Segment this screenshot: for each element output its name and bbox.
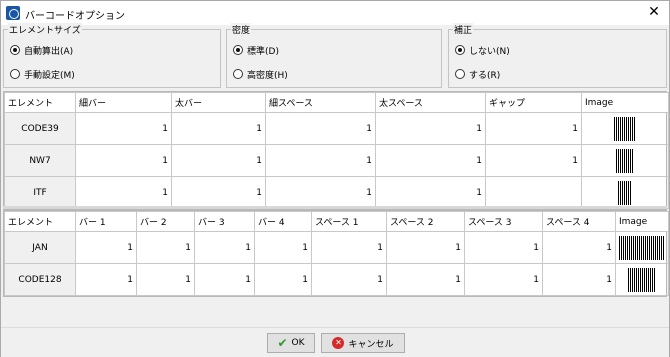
radio-auto-calc[interactable]: 自動算出(A) — [10, 43, 73, 57]
cell-wide-space[interactable]: 1 — [375, 176, 486, 209]
barcode-preview — [581, 144, 669, 177]
barcode-image — [618, 180, 632, 205]
barcode-image — [614, 116, 636, 141]
radio-dot-icon — [455, 45, 465, 55]
col-header-space-2: スペース 2 — [386, 211, 465, 232]
cell-space-2[interactable]: 1 — [386, 231, 465, 264]
cell-wide-space[interactable]: 1 — [375, 112, 486, 145]
checkmark-icon: ✔ — [277, 336, 288, 350]
cell-narrow-bar[interactable]: 1 — [75, 176, 172, 209]
barcode-preview — [581, 176, 669, 209]
row-name: CODE128 — [4, 263, 76, 296]
barcode-preview — [581, 112, 669, 145]
cell-gap[interactable]: 1 — [485, 112, 582, 145]
ok-button[interactable]: ✔ OK — [267, 333, 315, 353]
radio-dot-icon — [233, 69, 243, 79]
cancel-icon: ✕ — [332, 337, 345, 349]
cell-bar-2[interactable]: 1 — [136, 263, 195, 296]
cell-narrow-space[interactable]: 1 — [265, 144, 376, 177]
col-header-wide-bar: 太バー — [171, 92, 266, 113]
col-header-image: Image — [615, 211, 669, 232]
col-header-space-1: スペース 1 — [311, 211, 387, 232]
radio-correction-on[interactable]: する(R) — [455, 67, 500, 81]
col-header-narrow-bar: 細バー — [75, 92, 172, 113]
barcode-image — [628, 267, 656, 292]
element-size-legend: エレメントサイズ — [8, 23, 82, 36]
cell-bar-4[interactable]: 1 — [254, 263, 312, 296]
cell-bar-1[interactable]: 1 — [75, 263, 137, 296]
barcode-image — [619, 235, 665, 260]
cell-space-4[interactable]: 1 — [542, 231, 616, 264]
cell-bar-3[interactable]: 1 — [194, 263, 255, 296]
barcode-preview — [615, 231, 669, 264]
row-name: CODE39 — [4, 112, 76, 145]
barcode-preview — [615, 263, 669, 296]
correction-legend: 補正 — [453, 23, 474, 36]
col-header-bar-3: バー 3 — [194, 211, 255, 232]
button-bar: ✔ OK ✕ キャンセル — [1, 327, 669, 357]
radio-dot-icon — [10, 69, 20, 79]
cell-narrow-space[interactable]: 1 — [265, 112, 376, 145]
cell-bar-3[interactable]: 1 — [194, 231, 255, 264]
col-header-space-4: スペース 4 — [542, 211, 616, 232]
radio-standard[interactable]: 標準(D) — [233, 43, 279, 57]
cell-space-4[interactable]: 1 — [542, 263, 616, 296]
radio-high-density[interactable]: 高密度(H) — [233, 67, 288, 81]
radio-dot-icon — [233, 45, 243, 55]
cell-gap[interactable]: 1 — [485, 144, 582, 177]
col-header-image: Image — [581, 92, 669, 113]
cell-wide-bar[interactable]: 1 — [171, 112, 266, 145]
table-row: CODE128 1 1 1 1 1 1 1 1 — [4, 263, 669, 296]
col-header-space-3: スペース 3 — [464, 211, 543, 232]
col-header-gap: ギャップ — [485, 92, 582, 113]
cell-narrow-bar[interactable]: 1 — [75, 144, 172, 177]
col-header-element: エレメント — [4, 211, 76, 232]
window-title: バーコードオプション — [25, 11, 125, 22]
table-row: CODE39 1 1 1 1 1 — [4, 112, 669, 145]
cancel-button[interactable]: ✕ キャンセル — [321, 333, 405, 353]
barcode-options-dialog: バーコードオプション ✕ エレメントサイズ 自動算出(A) 手動設定(M) 密度… — [0, 0, 670, 357]
cell-space-2[interactable]: 1 — [386, 263, 465, 296]
cell-bar-1[interactable]: 1 — [75, 231, 137, 264]
table-row: NW7 1 1 1 1 1 — [4, 144, 669, 177]
cell-wide-bar[interactable]: 1 — [171, 144, 266, 177]
density-legend: 密度 — [231, 23, 252, 36]
cell-space-3[interactable]: 1 — [464, 231, 543, 264]
table-row: JAN 1 1 1 1 1 1 1 1 — [4, 231, 669, 264]
cell-narrow-bar[interactable]: 1 — [75, 112, 172, 145]
col-header-element: エレメント — [4, 92, 76, 113]
row-name: ITF — [4, 176, 76, 209]
radio-dot-icon — [455, 69, 465, 79]
close-button[interactable]: ✕ — [639, 1, 669, 25]
element-size-group: エレメントサイズ 自動算出(A) 手動設定(M) — [3, 23, 221, 88]
col-header-bar-1: バー 1 — [75, 211, 137, 232]
radio-dot-icon — [10, 45, 20, 55]
row-name: NW7 — [4, 144, 76, 177]
cell-wide-bar[interactable]: 1 — [171, 176, 266, 209]
correction-group: 補正 しない(N) する(R) — [448, 23, 667, 88]
bar-width-grid: エレメント 細バー 太バー 細スペース 太スペース ギャップ Image COD… — [3, 91, 669, 210]
cell-narrow-space[interactable]: 1 — [265, 176, 376, 209]
cell-space-3[interactable]: 1 — [464, 263, 543, 296]
element-width-grid: エレメント バー 1 バー 2 バー 3 バー 4 スペース 1 スペース 2 … — [3, 210, 669, 297]
table-row: ITF 1 1 1 1 — [4, 176, 669, 209]
cell-wide-space[interactable]: 1 — [375, 144, 486, 177]
radio-manual-setting[interactable]: 手動設定(M) — [10, 67, 75, 81]
title-bar: バーコードオプション ✕ — [1, 1, 669, 25]
col-header-bar-2: バー 2 — [136, 211, 195, 232]
col-header-narrow-space: 細スペース — [265, 92, 376, 113]
barcode-image — [616, 148, 634, 173]
cell-space-1[interactable]: 1 — [311, 263, 387, 296]
grid-separator — [3, 206, 667, 209]
app-icon — [6, 6, 20, 20]
density-group: 密度 標準(D) 高密度(H) — [226, 23, 442, 88]
radio-correction-off[interactable]: しない(N) — [455, 43, 510, 57]
row-name: JAN — [4, 231, 76, 264]
cell-bar-4[interactable]: 1 — [254, 231, 312, 264]
cell-gap[interactable] — [485, 176, 582, 209]
col-header-bar-4: バー 4 — [254, 211, 312, 232]
cell-space-1[interactable]: 1 — [311, 231, 387, 264]
col-header-wide-space: 太スペース — [375, 92, 486, 113]
cell-bar-2[interactable]: 1 — [136, 231, 195, 264]
